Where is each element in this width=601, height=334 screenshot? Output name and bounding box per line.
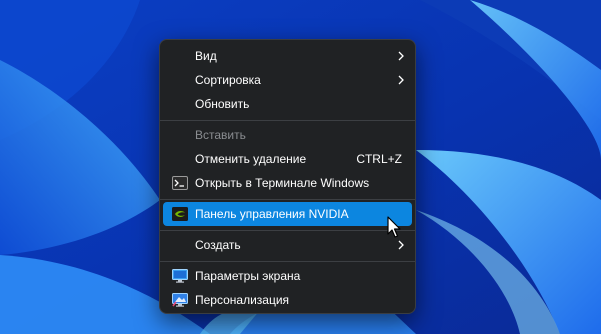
display-icon	[172, 269, 188, 283]
terminal-icon	[172, 176, 188, 190]
menu-item-label: Сортировка	[195, 73, 261, 87]
menu-item-shortcut: CTRL+Z	[356, 152, 402, 166]
menu-item-personalization[interactable]: Персонализация	[163, 288, 412, 312]
desktop-context-menu: Вид Сортировка Обновить Вставить Отменит…	[159, 39, 416, 314]
menu-item-label: Обновить	[195, 97, 250, 111]
chevron-right-icon	[398, 240, 404, 250]
menu-item-sort[interactable]: Сортировка	[163, 68, 412, 92]
personalize-icon	[172, 293, 188, 307]
menu-item-undo-delete[interactable]: Отменить удаление CTRL+Z	[163, 147, 412, 171]
menu-item-view[interactable]: Вид	[163, 44, 412, 68]
nvidia-icon	[172, 207, 188, 221]
menu-item-display-settings[interactable]: Параметры экрана	[163, 264, 412, 288]
menu-separator	[160, 261, 415, 262]
menu-item-label: Вид	[195, 49, 217, 63]
menu-item-label: Открыть в Терминале Windows	[195, 176, 370, 190]
menu-item-nvidia-control-panel[interactable]: Панель управления NVIDIA	[163, 202, 412, 226]
menu-item-refresh[interactable]: Обновить	[163, 92, 412, 116]
menu-item-label: Создать	[195, 238, 241, 252]
menu-item-new[interactable]: Создать	[163, 233, 412, 257]
menu-item-label: Параметры экрана	[195, 269, 301, 283]
menu-separator	[160, 230, 415, 231]
menu-item-paste[interactable]: Вставить	[163, 123, 412, 147]
menu-separator	[160, 120, 415, 121]
mouse-pointer-icon	[387, 216, 401, 238]
menu-item-label: Персонализация	[195, 293, 290, 307]
menu-item-label: Отменить удаление	[195, 152, 307, 166]
chevron-right-icon	[398, 75, 404, 85]
menu-item-label: Панель управления NVIDIA	[195, 207, 349, 221]
menu-separator	[160, 199, 415, 200]
menu-item-label: Вставить	[195, 128, 246, 142]
chevron-right-icon	[398, 51, 404, 61]
menu-item-open-terminal[interactable]: Открыть в Терминале Windows	[163, 171, 412, 195]
